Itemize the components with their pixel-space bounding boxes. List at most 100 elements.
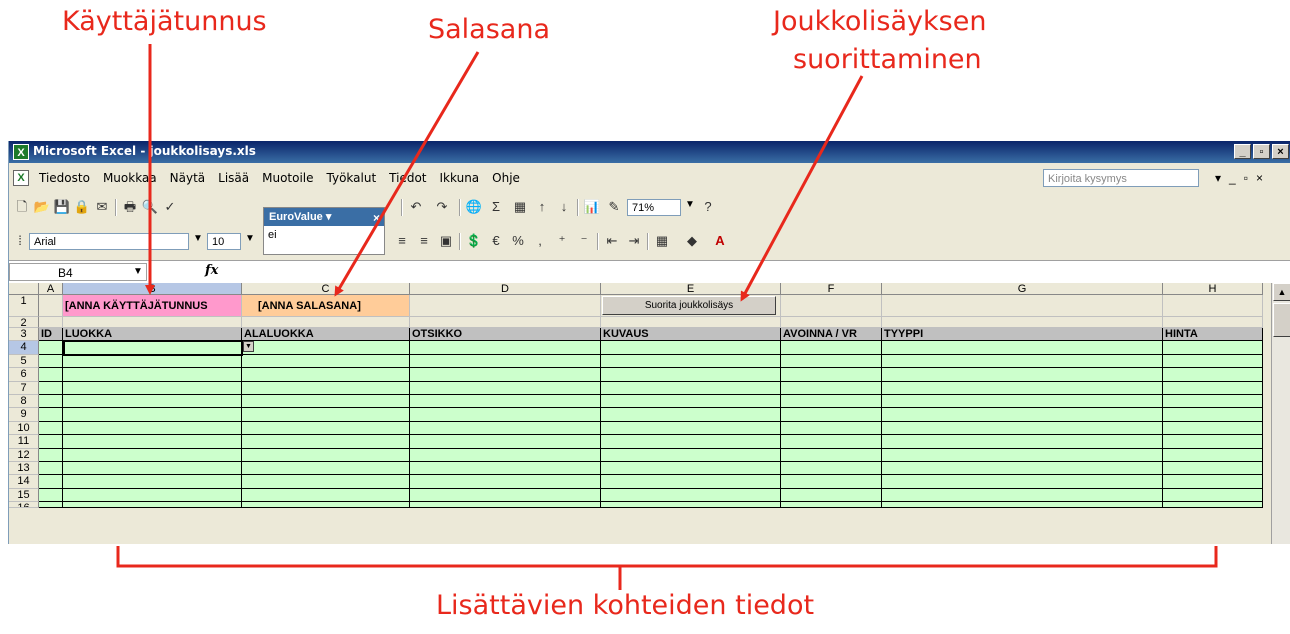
run-bulk-add-button[interactable]: Suorita joukkolisäys	[602, 296, 776, 315]
font-size-dropdown-icon[interactable]: ▼	[245, 233, 255, 244]
drawing-icon[interactable]: ✎	[605, 198, 623, 216]
hyperlink-icon[interactable]: 🌐	[465, 198, 483, 216]
print-icon[interactable]: 🖶	[121, 198, 139, 216]
row-header[interactable]: 12	[9, 448, 39, 462]
data-cell[interactable]	[39, 421, 63, 436]
data-cell[interactable]	[242, 381, 410, 395]
data-cell[interactable]	[410, 502, 601, 509]
sheet-cell[interactable]	[63, 317, 242, 328]
column-title-cell[interactable]: ID	[39, 328, 63, 342]
data-cell[interactable]	[242, 448, 410, 462]
row-header[interactable]: 11	[9, 435, 39, 449]
increase-indent-icon[interactable]: ⇥	[625, 232, 643, 250]
menu-item[interactable]: Ohje	[492, 171, 520, 185]
function-icon[interactable]: ▦	[511, 198, 529, 216]
new-icon[interactable]: 🗋	[13, 198, 31, 216]
menu-item[interactable]: Tiedot	[389, 171, 426, 185]
data-cell[interactable]	[39, 448, 63, 462]
sheet-cell[interactable]	[39, 295, 63, 317]
data-cell[interactable]	[39, 381, 63, 395]
data-cell[interactable]	[882, 488, 1163, 503]
data-cell[interactable]	[781, 488, 882, 503]
increase-decimal-icon[interactable]: ⁺	[553, 232, 571, 250]
help-icon[interactable]: ?	[699, 198, 717, 216]
data-cell[interactable]	[410, 341, 601, 355]
data-cell[interactable]	[1163, 435, 1263, 449]
row-header[interactable]: 5	[9, 354, 39, 369]
data-cell[interactable]	[410, 475, 601, 489]
row-header[interactable]: 15	[9, 488, 39, 503]
row-header[interactable]: 13	[9, 462, 39, 476]
data-cell[interactable]	[242, 462, 410, 476]
data-cell[interactable]	[601, 421, 781, 436]
sheet-cell[interactable]	[781, 295, 882, 317]
data-cell[interactable]	[242, 408, 410, 422]
menu-item[interactable]: Lisää	[218, 171, 249, 185]
workbook-window-controls[interactable]: ▾_▫×	[1215, 171, 1271, 185]
sheet-cell[interactable]	[882, 295, 1163, 317]
data-cell[interactable]	[601, 488, 781, 503]
open-icon[interactable]: 📂	[33, 198, 51, 216]
data-cell[interactable]	[242, 354, 410, 369]
data-cell[interactable]	[781, 421, 882, 436]
column-header-e[interactable]: E	[601, 283, 781, 295]
menu-item[interactable]: Muotoile	[262, 171, 313, 185]
row-header[interactable]: 4	[9, 341, 39, 355]
menu-item[interactable]: Työkalut	[327, 171, 377, 185]
data-cell[interactable]	[781, 502, 882, 509]
sheet-cell[interactable]	[410, 295, 601, 317]
data-cell[interactable]	[1163, 488, 1263, 503]
data-cell[interactable]	[63, 421, 242, 436]
data-cell[interactable]	[410, 488, 601, 503]
restore-button[interactable]: ▫	[1253, 144, 1270, 159]
data-cell[interactable]	[39, 462, 63, 476]
data-cell[interactable]	[882, 475, 1163, 489]
column-title-cell[interactable]: KUVAUS	[601, 328, 781, 342]
sheet-cell[interactable]	[882, 317, 1163, 328]
data-cell[interactable]	[1163, 381, 1263, 395]
data-cell[interactable]	[781, 408, 882, 422]
data-cell[interactable]	[882, 341, 1163, 355]
data-cell[interactable]	[882, 395, 1163, 409]
data-cell[interactable]	[882, 381, 1163, 395]
data-cell[interactable]	[39, 408, 63, 422]
data-cell[interactable]	[410, 448, 601, 462]
menu-item[interactable]: Muokkaa	[103, 171, 157, 185]
data-cell[interactable]	[781, 381, 882, 395]
active-cell-b4[interactable]	[63, 340, 243, 356]
sheet-cell[interactable]	[601, 317, 781, 328]
data-cell[interactable]	[601, 435, 781, 449]
eurovalue-close-icon[interactable]: ×	[373, 209, 380, 227]
data-cell[interactable]	[39, 475, 63, 489]
decrease-indent-icon[interactable]: ⇤	[603, 232, 621, 250]
data-cell[interactable]	[242, 488, 410, 503]
column-header-g[interactable]: G	[882, 283, 1163, 295]
borders-icon[interactable]: ▦	[653, 232, 671, 250]
row-header[interactable]: 16	[9, 502, 39, 509]
ask-question-input[interactable]: Kirjoita kysymys	[1043, 169, 1199, 187]
data-cell[interactable]	[1163, 395, 1263, 409]
data-cell[interactable]	[882, 435, 1163, 449]
data-cell[interactable]	[410, 435, 601, 449]
data-cell[interactable]	[410, 462, 601, 476]
data-cell[interactable]	[882, 462, 1163, 476]
close-button[interactable]: ×	[1272, 144, 1289, 159]
row-header[interactable]: 3	[9, 328, 39, 342]
data-cell[interactable]	[1163, 341, 1263, 355]
data-cell[interactable]	[410, 395, 601, 409]
row-header[interactable]: 14	[9, 475, 39, 489]
sheet-cell[interactable]	[410, 317, 601, 328]
data-cell[interactable]	[1163, 408, 1263, 422]
data-cell[interactable]	[601, 368, 781, 382]
comma-style-icon[interactable]: ,	[531, 232, 549, 250]
data-cell[interactable]	[781, 448, 882, 462]
zoom-dropdown-icon[interactable]: ▼	[685, 199, 695, 210]
data-cell[interactable]	[781, 368, 882, 382]
email-icon[interactable]: ✉	[93, 198, 111, 216]
data-cell[interactable]	[781, 354, 882, 369]
data-cell[interactable]	[410, 354, 601, 369]
sort-ascending-icon[interactable]: ↑	[533, 198, 551, 216]
data-cell[interactable]	[1163, 448, 1263, 462]
username-cell[interactable]: [ANNA KÄYTTÄJÄTUNNUS	[63, 295, 242, 317]
data-cell[interactable]	[882, 502, 1163, 509]
